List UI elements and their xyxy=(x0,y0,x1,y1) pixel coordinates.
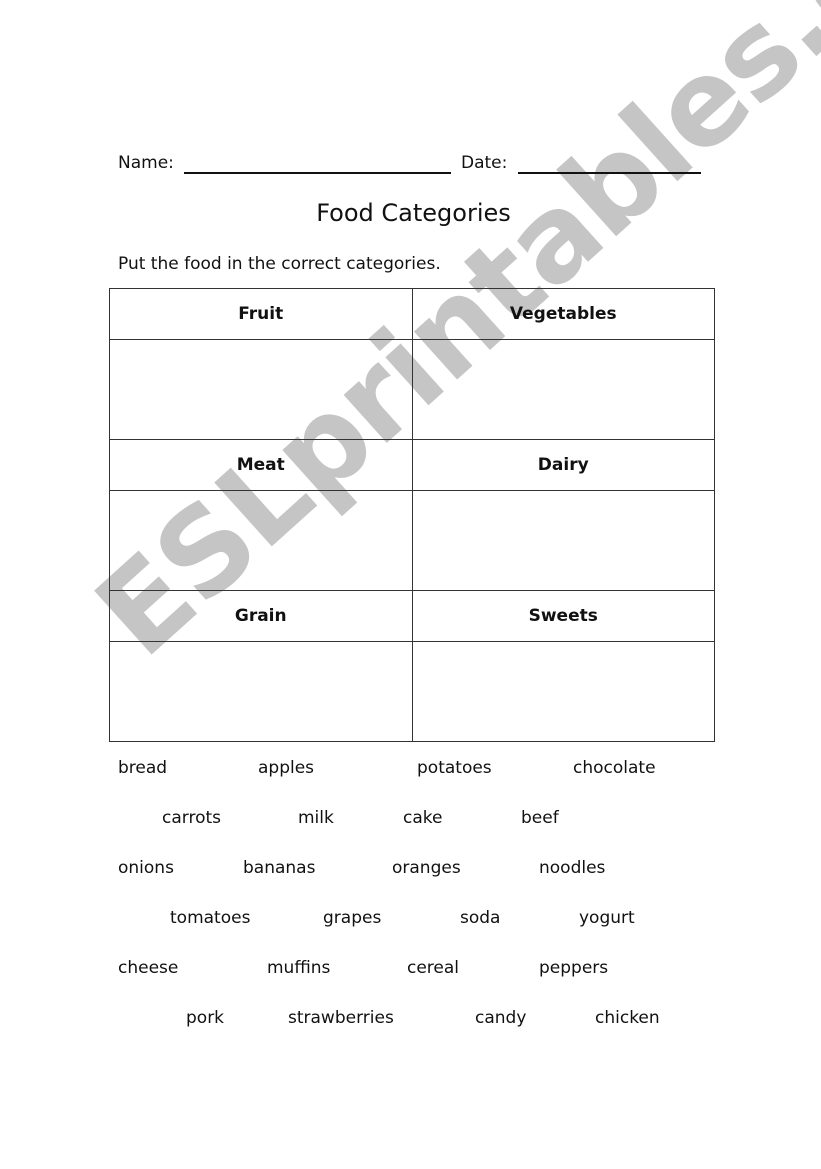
answer-cell[interactable] xyxy=(109,339,413,440)
category-header: Dairy xyxy=(411,439,715,491)
word: potatoes xyxy=(417,758,492,778)
word: carrots xyxy=(162,808,221,828)
word: grapes xyxy=(323,908,382,928)
category-header: Fruit xyxy=(109,288,413,340)
word: chocolate xyxy=(573,758,656,778)
word: milk xyxy=(298,808,334,828)
answer-cell[interactable] xyxy=(411,339,715,440)
category-header: Grain xyxy=(109,590,413,642)
word: muffins xyxy=(267,958,331,978)
word: cereal xyxy=(407,958,460,978)
answer-cell[interactable] xyxy=(109,641,413,742)
answer-cell[interactable] xyxy=(411,490,715,591)
word: chicken xyxy=(595,1008,660,1028)
word: bananas xyxy=(243,858,316,878)
word: peppers xyxy=(539,958,609,978)
word: noodles xyxy=(539,858,606,878)
name-label: Name: xyxy=(118,153,174,173)
word: strawberries xyxy=(288,1008,394,1028)
category-header: Sweets xyxy=(411,590,715,642)
word: candy xyxy=(475,1008,527,1028)
category-table: Fruit Vegetables Meat Dairy Grain Sweets xyxy=(109,288,715,742)
word: apples xyxy=(258,758,315,778)
word: bread xyxy=(118,758,168,778)
date-label: Date: xyxy=(461,153,508,173)
word: yogurt xyxy=(579,908,635,928)
answer-cell[interactable] xyxy=(109,490,413,591)
page-title: Food Categories xyxy=(316,199,511,227)
category-header: Meat xyxy=(109,439,413,491)
name-field[interactable] xyxy=(184,172,451,174)
word: cake xyxy=(403,808,443,828)
word: pork xyxy=(186,1008,225,1028)
category-header: Vegetables xyxy=(411,288,715,340)
word: cheese xyxy=(118,958,179,978)
word: beef xyxy=(521,808,559,828)
date-field[interactable] xyxy=(518,172,701,174)
instructions: Put the food in the correct categories. xyxy=(118,254,441,274)
word: oranges xyxy=(392,858,461,878)
word: onions xyxy=(118,858,174,878)
word: tomatoes xyxy=(170,908,251,928)
word: soda xyxy=(460,908,501,928)
answer-cell[interactable] xyxy=(411,641,715,742)
